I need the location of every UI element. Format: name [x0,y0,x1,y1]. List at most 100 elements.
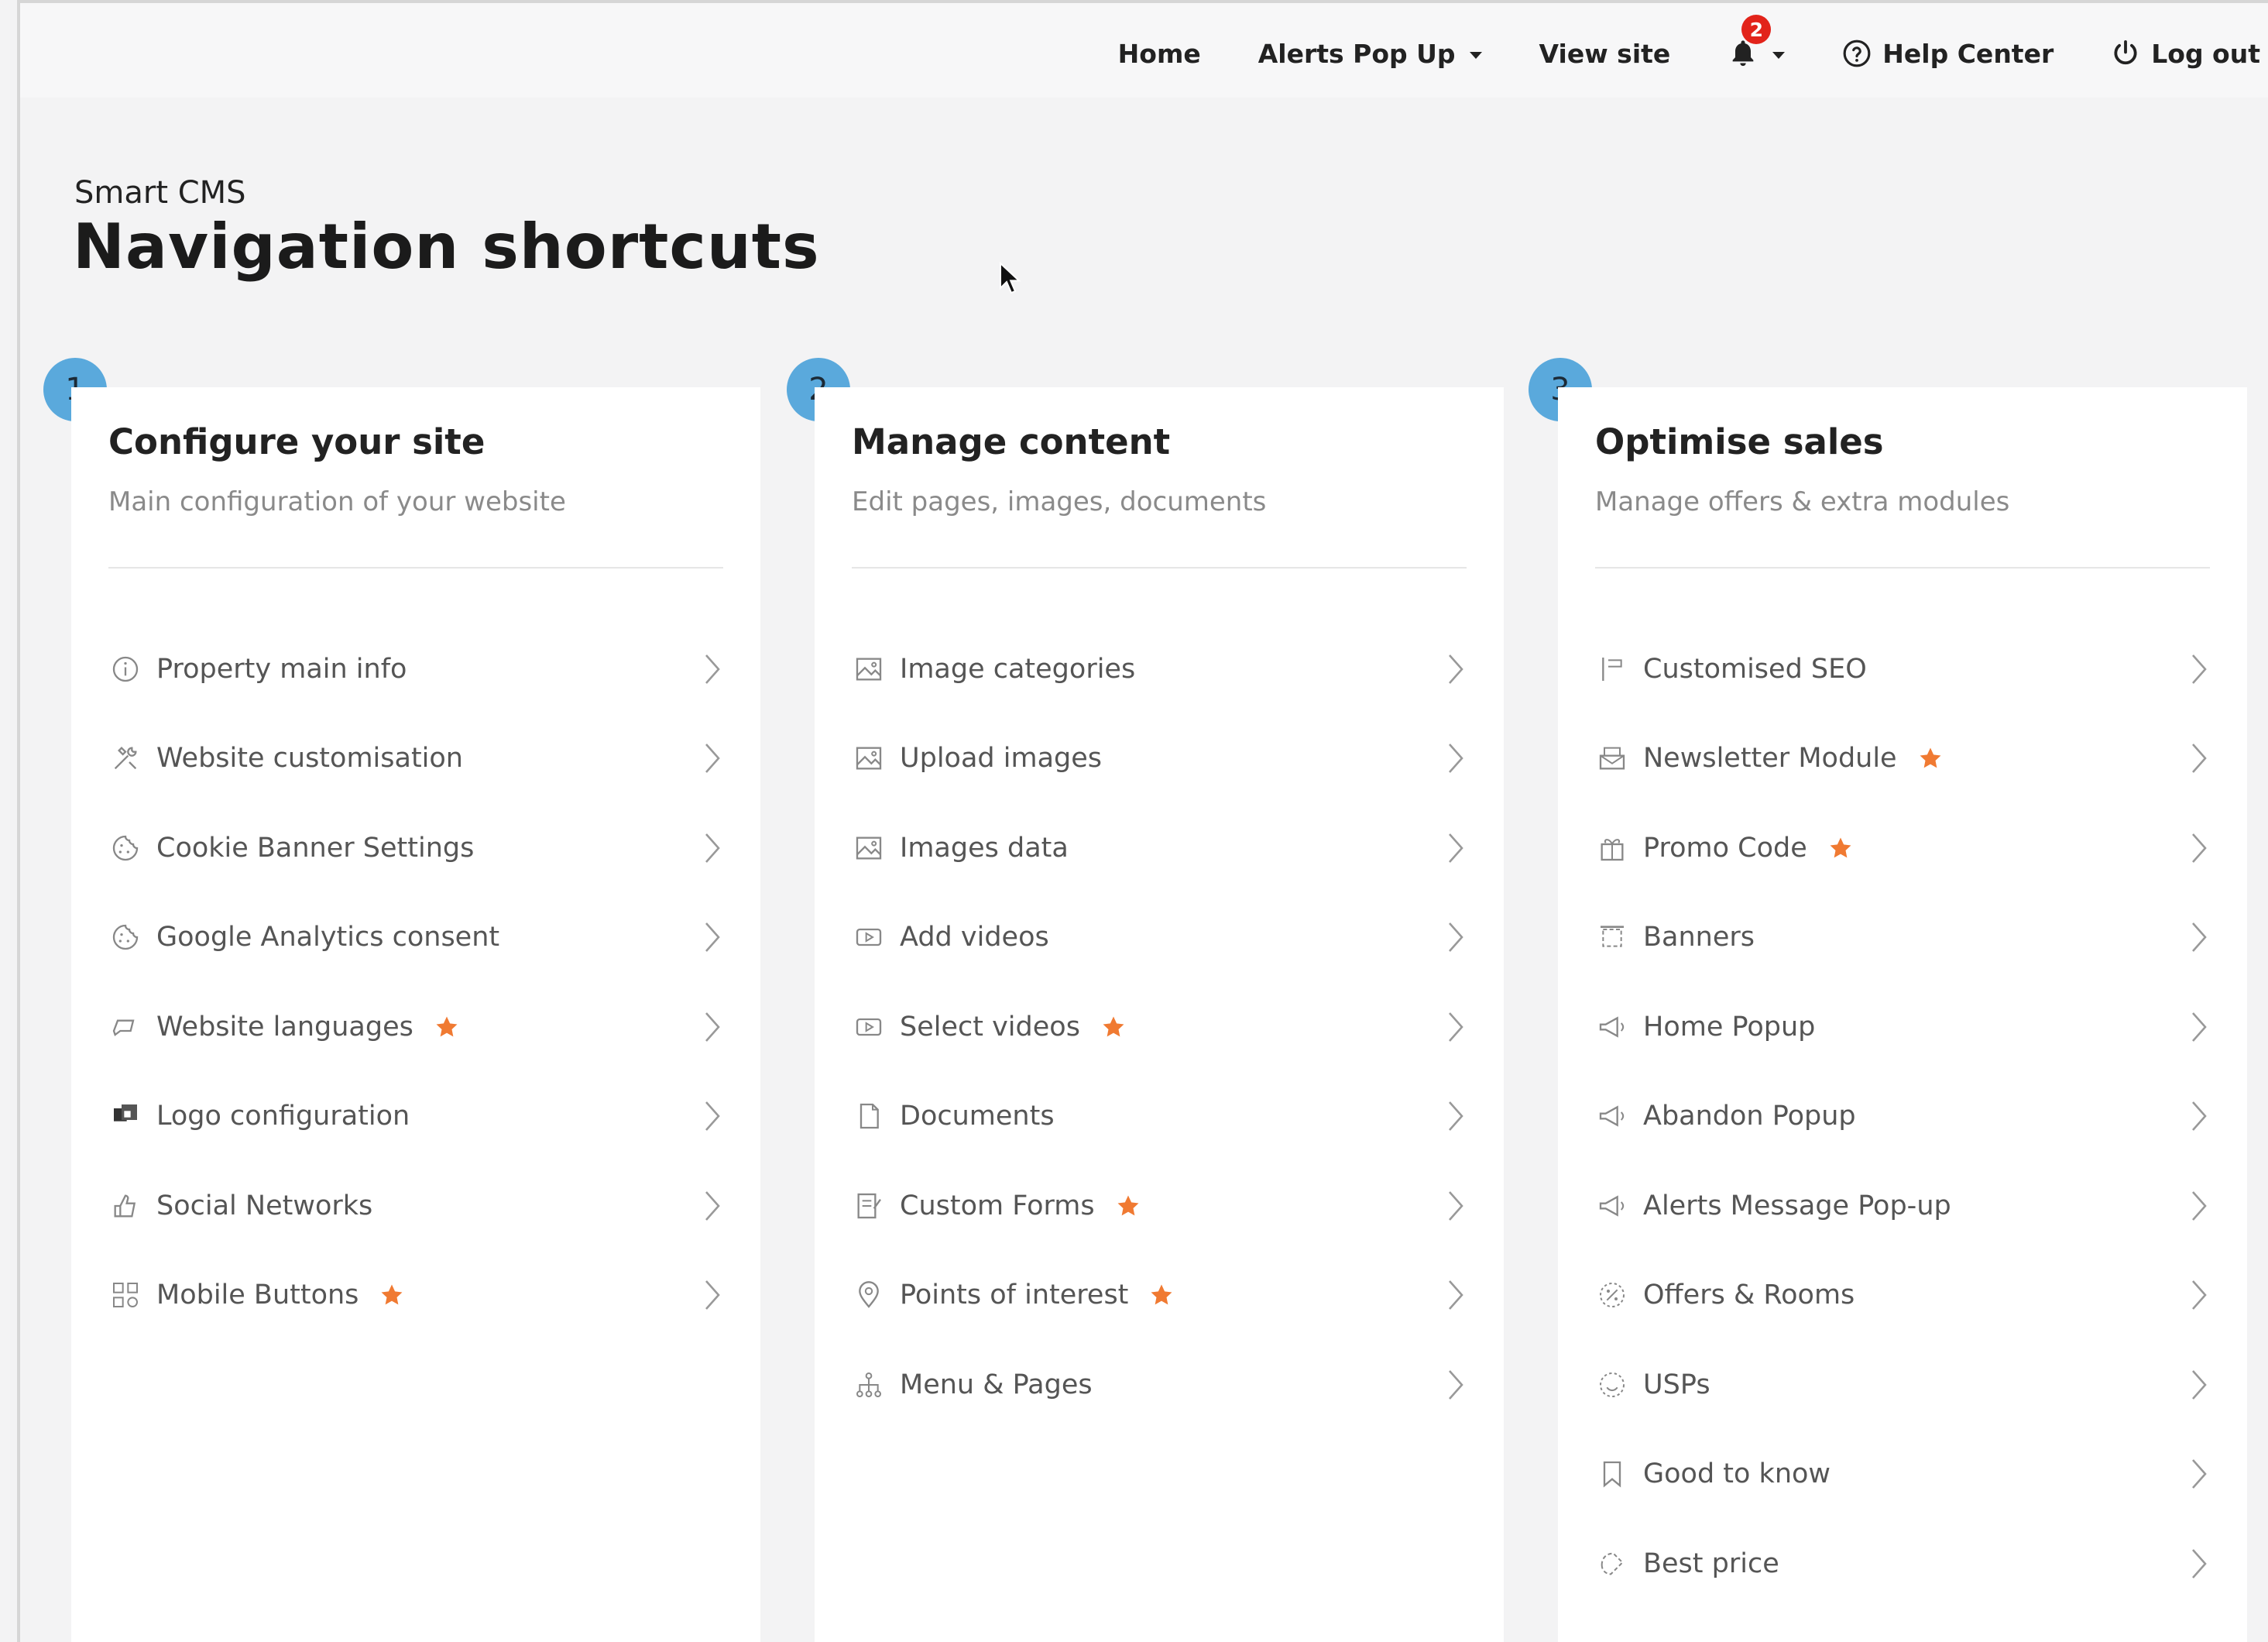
shortcut-item-label: Logo configuration [156,1101,410,1132]
shortcut-item[interactable]: Offers & Rooms [1595,1251,2210,1341]
shortcut-item[interactable]: Add videos [852,893,1467,983]
chevron-right-icon [2190,1189,2208,1227]
chevron-right-icon [2190,1099,2208,1137]
caret-down-icon [1772,51,1786,59]
bookmark-icon [1595,1457,1629,1491]
shortcut-item[interactable]: Customised SEO [1595,624,2210,714]
card-description: Manage offers & extra modules [1595,486,2010,517]
shortcut-item-label: Alerts Message Pop-up [1643,1190,1951,1221]
shortcut-item[interactable]: Alerts Message Pop-up [1595,1161,2210,1251]
chevron-right-icon [703,1189,722,1227]
chevron-right-icon [703,1278,722,1316]
chevron-right-icon [2190,741,2208,779]
card-title: Configure your site [108,421,486,462]
shortcut-item-label: Social Networks [156,1190,373,1221]
chevron-right-icon [1446,741,1465,779]
shortcut-item-label: Menu & Pages [900,1369,1093,1400]
star-icon [1115,1193,1141,1219]
shortcut-item[interactable]: Menu & Pages [852,1340,1467,1430]
tag-icon [1595,1547,1629,1581]
shortcut-item[interactable]: Promo Code [1595,803,2210,893]
chevron-right-icon [2190,1547,2208,1585]
chevron-right-icon [1446,1010,1465,1048]
shortcut-item[interactable]: Social Networks [108,1161,723,1251]
star-icon [434,1014,460,1040]
chevron-right-icon [1446,1099,1465,1137]
shortcut-item[interactable]: Newsletter Module [1595,714,2210,804]
chevron-right-icon [703,831,722,869]
discount-icon [1595,1278,1629,1312]
nav-log-out[interactable]: Log out [2111,39,2260,69]
nav-log-out-label: Log out [2151,38,2260,69]
shortcut-item[interactable]: Abandon Popup [1595,1072,2210,1162]
image-icon [852,741,886,775]
chat-icon [108,1010,142,1044]
notifications-dropdown[interactable]: 2 [1728,15,1786,69]
shortcut-item-label: Good to know [1643,1458,1831,1490]
mouse-cursor-icon [1000,262,1021,294]
star-icon [1917,745,1944,771]
card-manage-content: Manage content Edit pages, images, docum… [815,387,1504,1642]
shortcut-item[interactable]: Logo configuration [108,1072,723,1162]
shortcut-item-label: Image categories [900,653,1136,685]
mobile-buttons-icon [108,1278,142,1312]
shortcut-item-label: Newsletter Module [1643,743,1897,775]
chevron-right-icon [703,920,722,958]
newsletter-icon [1595,741,1629,775]
shortcut-item[interactable]: Select videos [852,982,1467,1072]
chevron-right-icon [703,1099,722,1137]
shortcut-item[interactable]: Banners [1595,893,2210,983]
shortcut-item[interactable]: Home Popup [1595,982,2210,1072]
video-icon [852,1010,886,1044]
shortcut-item-label: Property main info [156,653,407,685]
nav-alerts-popup-dropdown[interactable]: Alerts Pop Up [1258,39,1482,69]
shortcut-item[interactable]: Property main info [108,624,723,714]
shortcut-item-label: Custom Forms [900,1190,1095,1221]
chevron-right-icon [703,652,722,690]
shortcut-item-label: Upload images [900,743,1103,775]
image-icon [852,652,886,686]
card-title: Manage content [852,421,1171,462]
divider [108,567,723,569]
megaphone-icon [1595,1010,1629,1044]
shortcut-item-label: Customised SEO [1643,653,1867,685]
shortcut-item-label: USPs [1643,1369,1710,1400]
shortcut-item[interactable]: Mobile Buttons [108,1251,723,1341]
shortcut-item[interactable]: Custom Forms [852,1161,1467,1251]
chevron-right-icon [2190,652,2208,690]
card-optimise-sales: Optimise sales Manage offers & extra mod… [1558,387,2247,1642]
divider [852,567,1467,569]
help-circle-icon [1842,39,1872,68]
shortcut-item[interactable]: Cookie Banner Settings [108,803,723,893]
info-icon [108,652,142,686]
nav-help-center[interactable]: Help Center [1842,39,2054,69]
shortcut-item[interactable]: USPs [1595,1340,2210,1430]
star-icon [379,1282,405,1308]
shortcut-item-label: Promo Code [1643,832,1807,864]
shortcut-item[interactable]: Google Analytics consent [108,893,723,983]
nav-home[interactable]: Home [1118,39,1201,69]
shortcut-item-label: Cookie Banner Settings [156,832,475,864]
page-title: Navigation shortcuts [73,211,820,283]
shortcut-item[interactable]: Best price [1595,1519,2210,1609]
shortcut-item[interactable]: Images data [852,803,1467,893]
shortcut-item-label: Images data [900,832,1069,864]
shortcut-item[interactable]: Good to know [1595,1430,2210,1520]
power-icon [2111,39,2140,68]
shortcut-item[interactable]: Website customisation [108,714,723,804]
shortcut-item[interactable]: Website languages [108,982,723,1072]
shortcut-item[interactable]: Points of interest [852,1251,1467,1341]
shortcut-item[interactable]: Documents [852,1072,1467,1162]
shortcut-item[interactable]: Upload images [852,714,1467,804]
card-title: Optimise sales [1595,421,1884,462]
map-pin-icon [852,1278,886,1312]
shortcut-item-label: Abandon Popup [1643,1101,1856,1132]
shortcut-item[interactable]: Image categories [852,624,1467,714]
shortcut-item-label: Offers & Rooms [1643,1280,1855,1311]
nav-view-site[interactable]: View site [1539,39,1671,69]
chevron-right-icon [1446,831,1465,869]
document-icon [852,1099,886,1133]
card-description: Edit pages, images, documents [852,486,1267,517]
megaphone-icon [1595,1099,1629,1133]
window-left-border [17,0,20,1642]
